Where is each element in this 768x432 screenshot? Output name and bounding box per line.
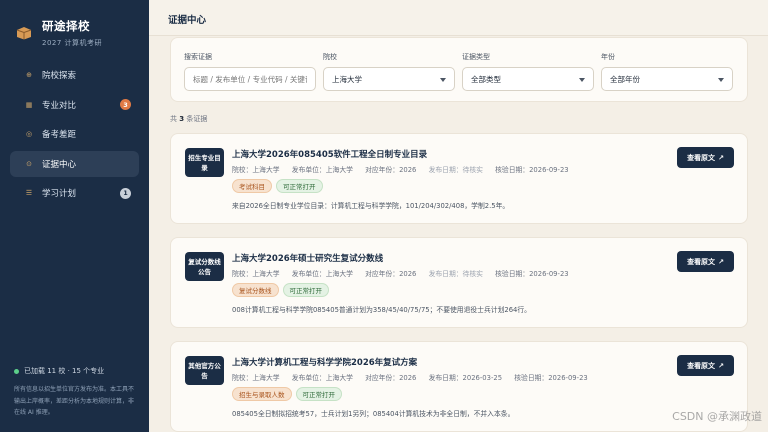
- category-chip: 复试分数线: [232, 283, 279, 297]
- chevron-down-icon: [718, 78, 724, 82]
- search-filter: 搜索证据: [184, 52, 316, 91]
- evidence-summary: 085405全日制拟招统考57，士兵计划1另列；085404计算机技术为非全日制…: [232, 410, 515, 418]
- year-filter: 年份 全部年份: [601, 52, 733, 91]
- sidebar-item-major-compare[interactable]: ▦ 专业对比 3: [10, 92, 139, 118]
- sidebar-item-label: 备考差距: [42, 130, 77, 140]
- evidence-type-tag: 招生专业目录: [185, 148, 224, 177]
- result-count: 共 3 条证据: [170, 115, 208, 123]
- sidebar-item-label: 院校探索: [42, 71, 77, 81]
- link-status-chip: 可正常打开: [282, 283, 329, 297]
- search-input[interactable]: [184, 67, 316, 91]
- disclaimer-note: 所有信息以招生单位官方发布为准。本工具不输出上岸概率，差距分析为本地规则计算，非…: [14, 386, 135, 416]
- evidence-card: 其他官方公告 上海大学计算机工程与科学学院2026年复试方案 院校：上海大学 发…: [170, 341, 748, 432]
- type-label: 证据类型: [462, 53, 490, 61]
- view-source-button[interactable]: 查看原文 ↗: [677, 147, 734, 168]
- app-title: 研途择校: [42, 19, 90, 33]
- chevron-down-icon: [440, 78, 446, 82]
- status-dot-icon: [14, 368, 19, 374]
- school-filter: 院校 上海大学: [323, 52, 455, 91]
- type-select[interactable]: 全部类型: [462, 67, 594, 91]
- evidence-icon: ⊙: [26, 159, 32, 168]
- school-label: 院校: [323, 53, 337, 61]
- link-status-chip: 可正常打开: [295, 387, 342, 401]
- list-icon: ☰: [25, 189, 33, 197]
- view-source-button[interactable]: 查看原文 ↗: [677, 251, 734, 272]
- box-logo-icon: [16, 27, 32, 40]
- sidebar-footer: 已加载 11 校 · 15 个专业 所有信息以招生单位官方发布为准。本工具不输出…: [14, 366, 137, 419]
- sidebar-nav: ⊕ 院校探索 ▦ 专业对比 3 ◎ 备考差距 ⊙ 证据中心 ☰ 学习计划 1: [0, 62, 149, 206]
- evidence-type-tag: 其他官方公告: [185, 356, 224, 385]
- category-chip: 招生与录取人数: [232, 387, 292, 401]
- app-subtitle: 2027 计算机考研: [42, 39, 103, 47]
- category-chip: 考试科目: [232, 179, 272, 193]
- link-status-chip: 可正常打开: [276, 179, 323, 193]
- load-status: 已加载 11 校 · 15 个专业: [14, 366, 137, 376]
- load-status-text: 已加载 11 校 · 15 个专业: [24, 367, 105, 375]
- evidence-title: 上海大学2026年085405软件工程全日制专业目录: [232, 150, 428, 160]
- header: 证据中心: [149, 0, 768, 36]
- sidebar-item-prep-gap[interactable]: ◎ 备考差距: [10, 121, 139, 147]
- search-label: 搜索证据: [184, 53, 212, 61]
- evidence-type-tag: 复试分数线公告: [185, 252, 224, 281]
- school-select[interactable]: 上海大学: [323, 67, 455, 91]
- count-badge: 3: [120, 99, 131, 110]
- evidence-title: 上海大学2026年硕士研究生复试分数线: [232, 254, 384, 264]
- evidence-summary: 来自2026全日制专业学位目录：计算机工程与科学学院，101/204/302/4…: [232, 202, 510, 210]
- year-select-value: 全部年份: [610, 74, 640, 84]
- evidence-card: 复试分数线公告 上海大学2026年硕士研究生复试分数线 院校：上海大学 发布单位…: [170, 237, 748, 328]
- chip-row: 招生与录取人数 可正常打开: [232, 387, 346, 401]
- sidebar-item-label: 学习计划: [42, 189, 77, 199]
- brand: 研途择校 2027 计算机考研: [0, 0, 149, 50]
- evidence-meta: 院校：上海大学 发布单位：上海大学 对应年份：2026 发布日期：待核实 核验日…: [232, 166, 569, 174]
- evidence-meta: 院校：上海大学 发布单位：上海大学 对应年份：2026 发布日期：待核实 核验日…: [232, 270, 569, 278]
- evidence-title: 上海大学计算机工程与科学学院2026年复试方案: [232, 358, 418, 368]
- view-source-button[interactable]: 查看原文 ↗: [677, 355, 734, 376]
- external-link-icon: ↗: [718, 257, 724, 266]
- sidebar-item-school-explore[interactable]: ⊕ 院校探索: [10, 62, 139, 88]
- grid-icon: ▦: [25, 100, 33, 109]
- page-title: 证据中心: [168, 15, 207, 26]
- sidebar: 研途择校 2027 计算机考研 ⊕ 院校探索 ▦ 专业对比 3 ◎ 备考差距 ⊙…: [0, 0, 149, 432]
- sidebar-item-study-plan[interactable]: ☰ 学习计划 1: [10, 180, 139, 206]
- evidence-card: 招生专业目录 上海大学2026年085405软件工程全日制专业目录 院校：上海大…: [170, 133, 748, 224]
- type-filter: 证据类型 全部类型: [462, 52, 594, 91]
- evidence-summary: 008计算机工程与科学学院085405普通计划为358/45/40/75/75；…: [232, 306, 531, 314]
- count-badge: 1: [120, 187, 131, 199]
- sidebar-item-label: 证据中心: [42, 159, 77, 170]
- filter-panel: 搜索证据 院校 上海大学 证据类型 全部类型 年份 全部年份: [170, 37, 748, 102]
- sidebar-item-evidence-center[interactable]: ⊙ 证据中心: [10, 150, 139, 177]
- target-icon: ◎: [25, 130, 33, 138]
- type-select-value: 全部类型: [471, 74, 501, 84]
- year-label: 年份: [601, 53, 615, 61]
- watermark: CSDN @承渊政道: [672, 410, 762, 423]
- compass-icon: ⊕: [26, 71, 32, 79]
- sidebar-item-label: 专业对比: [42, 100, 77, 111]
- chevron-down-icon: [579, 78, 585, 82]
- external-link-icon: ↗: [718, 153, 724, 162]
- external-link-icon: ↗: [718, 361, 724, 370]
- school-select-value: 上海大学: [332, 74, 362, 84]
- chip-row: 复试分数线 可正常打开: [232, 283, 333, 297]
- evidence-meta: 院校：上海大学 发布单位：上海大学 对应年份：2026 发布日期：2026-03…: [232, 374, 588, 382]
- year-select[interactable]: 全部年份: [601, 67, 733, 91]
- chip-row: 考试科目 可正常打开: [232, 179, 327, 193]
